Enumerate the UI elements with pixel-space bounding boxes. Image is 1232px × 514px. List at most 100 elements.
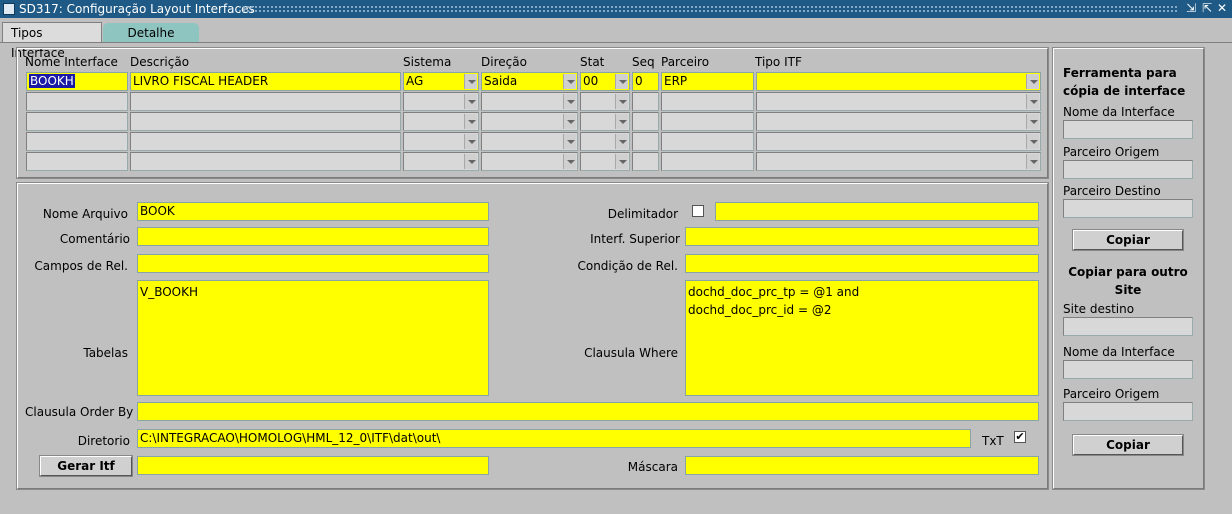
condicao-rel-field[interactable] [685, 254, 1039, 273]
interf-superior-field[interactable] [685, 227, 1039, 246]
copiar-site-button[interactable]: Copiar [1072, 434, 1184, 456]
chevron-down-icon[interactable] [464, 94, 477, 109]
parceiro-origem-input-2[interactable] [1063, 402, 1193, 421]
seq-cell[interactable] [632, 92, 659, 111]
nome-interface-input[interactable] [1063, 120, 1193, 139]
parceiro-cell[interactable] [661, 152, 754, 171]
stat-select[interactable] [580, 132, 630, 151]
tipo-itf-select[interactable] [756, 132, 1041, 151]
chevron-down-icon[interactable] [615, 94, 628, 109]
chevron-down-icon[interactable] [1026, 74, 1039, 89]
nome-interface-label-2: Nome da Interface [1063, 345, 1175, 359]
txt-checkbox[interactable]: ✔ [1014, 431, 1026, 443]
tipo-itf-select[interactable] [756, 112, 1041, 131]
stat-select[interactable] [580, 112, 630, 131]
sistema-select[interactable] [403, 112, 479, 131]
minimize-icon[interactable]: ⇲ [1184, 1, 1198, 16]
parceiro-destino-input[interactable] [1063, 199, 1193, 218]
chevron-down-icon[interactable] [1026, 114, 1039, 129]
sistema-select[interactable] [403, 152, 479, 171]
tipo-itf-select[interactable] [756, 152, 1041, 171]
parceiro-cell[interactable] [661, 112, 754, 131]
gerar-itf-button[interactable]: Gerar Itf [39, 455, 133, 477]
sistema-select[interactable] [403, 132, 479, 151]
chevron-down-icon[interactable] [464, 74, 477, 89]
tipo-itf-select[interactable] [756, 92, 1041, 111]
chevron-down-icon[interactable] [563, 74, 576, 89]
parceiro-destino-label: Parceiro Destino [1063, 184, 1161, 198]
chevron-down-icon[interactable] [615, 74, 628, 89]
delimitador-checkbox[interactable] [692, 205, 704, 217]
nome-interface-cell[interactable] [26, 132, 128, 151]
nome-interface-input-2[interactable] [1063, 360, 1193, 379]
stat-select[interactable] [580, 92, 630, 111]
chevron-down-icon[interactable] [1026, 134, 1039, 149]
tabelas-textarea[interactable]: V_BOOKH [137, 280, 489, 396]
direcao-select[interactable]: Saida [481, 72, 578, 91]
comentario-field[interactable] [137, 227, 489, 246]
diretorio-label: Diretorio [77, 434, 130, 448]
parceiro-cell[interactable]: ERP [661, 72, 754, 91]
seq-cell[interactable] [632, 112, 659, 131]
chevron-down-icon[interactable] [464, 114, 477, 129]
maximize-icon[interactable]: ⇱ [1200, 1, 1214, 16]
chevron-down-icon[interactable] [615, 154, 628, 169]
descricao-cell[interactable] [130, 112, 401, 131]
chevron-down-icon[interactable] [1026, 94, 1039, 109]
descricao-cell[interactable] [130, 92, 401, 111]
nome-interface-cell[interactable]: BOOKH [26, 72, 128, 91]
parceiro-cell[interactable] [661, 132, 754, 151]
copy-site-title: Copiar para outro Site [1068, 265, 1188, 297]
site-destino-input[interactable] [1063, 317, 1193, 336]
tab-detalhe[interactable]: Detalhe [103, 23, 199, 42]
descricao-cell[interactable] [130, 132, 401, 151]
chevron-down-icon[interactable] [563, 134, 576, 149]
chevron-down-icon[interactable] [464, 134, 477, 149]
clausula-where-textarea[interactable]: dochd_doc_prc_tp = @1 and dochd_doc_prc_… [685, 280, 1039, 396]
order-by-field[interactable] [137, 402, 1039, 421]
chevron-down-icon[interactable] [464, 154, 477, 169]
nome-interface-cell[interactable] [26, 152, 128, 171]
chevron-down-icon[interactable] [563, 114, 576, 129]
tipo-itf-select[interactable] [756, 72, 1041, 91]
chevron-down-icon[interactable] [563, 94, 576, 109]
copiar-button[interactable]: Copiar [1072, 229, 1184, 251]
sistema-select[interactable] [403, 92, 479, 111]
sistema-select[interactable]: AG [403, 72, 479, 91]
tab-tipos-interface[interactable]: Tipos Interface [2, 22, 102, 60]
window-titlebar: SD317: Configuração Layout Interfaces ⇲ … [0, 0, 1232, 18]
seq-cell[interactable] [632, 132, 659, 151]
chevron-down-icon[interactable] [615, 134, 628, 149]
nome-interface-cell[interactable] [26, 112, 128, 131]
nome-arquivo-field[interactable]: BOOK [137, 202, 489, 221]
nome-arquivo-label: Nome Arquivo [42, 207, 128, 221]
col-header-descricao: Descrição [130, 55, 190, 69]
copy-tools-panel: Ferramenta para cópia de interface Nome … [1052, 47, 1205, 490]
seq-cell[interactable]: 0 [632, 72, 659, 91]
descricao-cell[interactable]: LIVRO FISCAL HEADER [130, 72, 401, 91]
nome-interface-cell[interactable] [26, 92, 128, 111]
diretorio-field[interactable]: C:\INTEGRACAO\HOMOLOG\HML_12_0\ITF\dat\o… [137, 429, 971, 448]
campos-rel-field[interactable] [137, 254, 489, 273]
close-icon[interactable]: ✕ [1215, 1, 1229, 16]
stat-select[interactable] [580, 152, 630, 171]
parceiro-origem-input[interactable] [1063, 160, 1193, 179]
stat-select[interactable]: 00 [580, 72, 630, 91]
seq-cell[interactable] [632, 152, 659, 171]
col-header-parceiro: Parceiro [661, 55, 710, 69]
chevron-down-icon[interactable] [563, 154, 576, 169]
direcao-select[interactable] [481, 152, 578, 171]
descricao-cell[interactable] [130, 152, 401, 171]
mascara-label: Máscara [627, 460, 678, 474]
app-icon [3, 3, 15, 15]
parceiro-cell[interactable] [661, 92, 754, 111]
delimitador-field[interactable] [715, 202, 1039, 221]
direcao-select[interactable] [481, 132, 578, 151]
direcao-select[interactable] [481, 92, 578, 111]
chevron-down-icon[interactable] [615, 114, 628, 129]
mascara-field[interactable] [685, 456, 1039, 475]
col-header-seq: Seq [632, 55, 655, 69]
direcao-select[interactable] [481, 112, 578, 131]
chevron-down-icon[interactable] [1026, 154, 1039, 169]
gerar-itf-field[interactable] [137, 456, 489, 475]
